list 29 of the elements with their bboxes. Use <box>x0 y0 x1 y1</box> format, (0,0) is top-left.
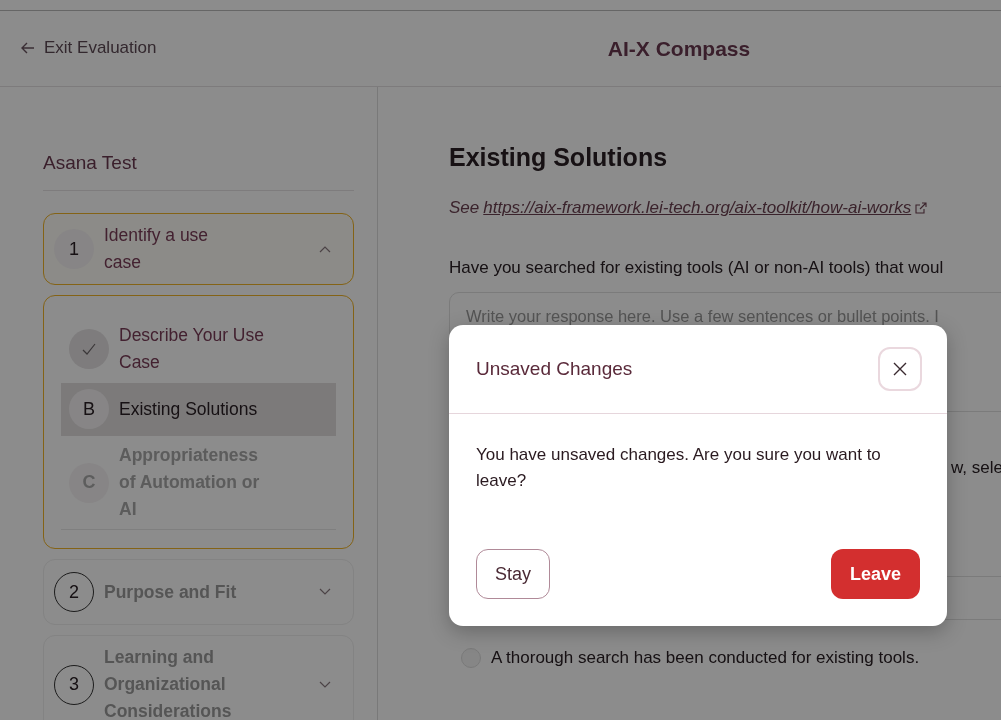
step-item[interactable]: B Existing Solutions <box>61 383 336 436</box>
page-heading: Existing Solutions <box>449 143 669 172</box>
chevron-down-icon <box>319 588 331 596</box>
chevron-down-icon <box>319 680 331 689</box>
question-text: Have you searched for existing tools (AI or non-AI tools) that woul <box>449 258 945 278</box>
step-item[interactable]: Describe Your Use Case <box>61 316 336 383</box>
section-header[interactable]: 1 Identify a use case <box>43 213 354 285</box>
see-label: See <box>449 198 480 218</box>
section-title: Identify a use case <box>104 224 210 274</box>
section-number: 1 <box>54 229 94 269</box>
section-number: 3 <box>54 664 94 705</box>
chevron-up-icon <box>319 245 331 253</box>
dialog-title: Unsaved Changes <box>476 358 633 380</box>
dialog-message: You have unsaved changes. Are you sure you want to leave? <box>475 444 882 492</box>
close-button[interactable] <box>878 347 922 391</box>
exit-evaluation-link[interactable]: Exit Evaluation <box>20 37 157 58</box>
app-title: AI-X Compass <box>606 36 752 61</box>
step-label: Existing Solutions <box>119 397 258 421</box>
close-icon <box>893 362 907 376</box>
step-badge: B <box>69 389 109 429</box>
project-name: Asana Test <box>43 127 354 191</box>
option-label: A thorough search has been conducted for existing tools. <box>491 648 920 668</box>
stay-button[interactable]: Stay <box>476 549 551 599</box>
reference-link[interactable]: https://aix-framework.lei-tech.org/aix-toolkit/how-ai-works <box>483 198 912 218</box>
leave-button[interactable]: Leave <box>830 549 920 599</box>
check-icon <box>81 341 97 357</box>
section-number: 2 <box>54 572 94 612</box>
external-link-icon <box>915 202 928 214</box>
step-label: Describe Your Use Case <box>119 324 265 374</box>
